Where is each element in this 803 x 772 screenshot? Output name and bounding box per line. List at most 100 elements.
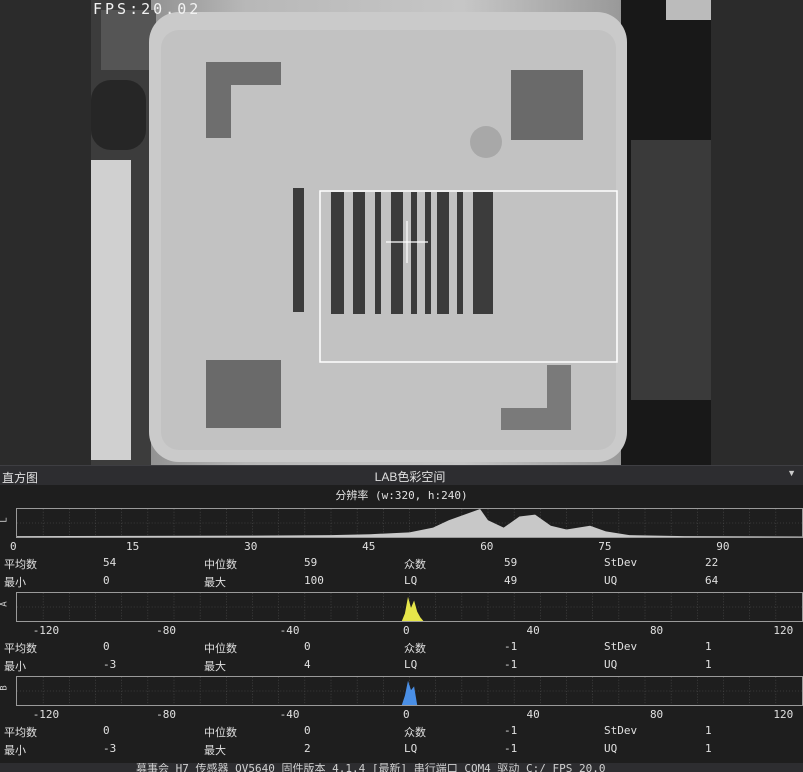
histogram-area [401, 596, 424, 621]
stat-uq: 1 [705, 742, 712, 755]
status-text: 募事会 H7 传感器 OV5640 固件版本 4.1.4 [最新] 串行端口 C… [136, 763, 606, 772]
histogram-l: L [0, 507, 803, 539]
channel-label: B [0, 685, 10, 691]
stat-max: 4 [304, 658, 311, 671]
axis-ticks: 0 15 30 45 60 75 90 [0, 540, 803, 553]
stat-mean: 0 [103, 724, 110, 737]
channel-label: L [0, 517, 10, 523]
tick-label: 120 [773, 624, 794, 637]
histogram-area [401, 680, 418, 705]
tick-label: -80 [156, 708, 177, 721]
channel-label: A [0, 601, 10, 607]
tick-label: 30 [244, 540, 258, 553]
stat-stdev: 22 [705, 556, 719, 569]
fps-overlay: FPS:20.02 [93, 0, 202, 18]
histogram-panel: 直方图 LAB色彩空间 ▼ 分辨率 (w:320, h:240) L 0 15 30 4… [0, 465, 803, 772]
stat-min: -3 [103, 658, 117, 671]
stat-lq: -1 [504, 658, 518, 671]
tick-label: 75 [598, 540, 612, 553]
stats-row: 平均数 0 中位数 0 众数 -1 StDev 1 [0, 723, 803, 739]
stats-row: 平均数 54 中位数 59 众数 59 StDev 22 [0, 555, 803, 571]
stat-uq: 1 [705, 658, 712, 671]
colorspace-dropdown[interactable]: LAB色彩空间 ▼ [20, 468, 800, 484]
stat-min-label: 最小 [4, 660, 26, 673]
stat-stdev: 1 [705, 640, 712, 653]
stat-median-label: 中位数 [204, 642, 237, 655]
stats-row: 平均数 0 中位数 0 众数 -1 StDev 1 [0, 639, 803, 655]
stat-lq-label: LQ [404, 574, 418, 587]
tick-label: 90 [716, 540, 730, 553]
stat-max-label: 最大 [204, 576, 226, 589]
stat-mode: -1 [504, 640, 518, 653]
stat-mean-label: 平均数 [4, 558, 37, 571]
tick-label: 0 [403, 624, 410, 637]
tick-label: 0 [403, 708, 410, 721]
histogram-plot [16, 592, 803, 622]
stat-mode-label: 众数 [404, 642, 426, 655]
colorspace-value: LAB色彩空间 [374, 470, 446, 484]
stat-median: 0 [304, 724, 311, 737]
tick-label: 40 [526, 624, 540, 637]
stat-lq: -1 [504, 742, 518, 755]
tick-label: 120 [773, 708, 794, 721]
stat-mode: -1 [504, 724, 518, 737]
tick-label: 80 [649, 624, 664, 637]
stat-min: 0 [103, 574, 110, 587]
stats-row: 最小 -3 最大 4 LQ -1 UQ 1 [0, 657, 803, 673]
stat-stdev-label: StDev [604, 640, 638, 653]
stat-min: -3 [103, 742, 117, 755]
stat-mean: 0 [103, 640, 110, 653]
stat-mode-label: 众数 [404, 558, 426, 571]
stat-uq-label: UQ [604, 658, 618, 671]
stat-mean: 54 [103, 556, 117, 569]
stat-mode-label: 众数 [404, 726, 426, 739]
stats-row: 最小 -3 最大 2 LQ -1 UQ 1 [0, 741, 803, 757]
tick-label: -120 [32, 624, 60, 637]
stat-median-label: 中位数 [204, 726, 237, 739]
stat-lq-label: LQ [404, 742, 418, 755]
stat-stdev: 1 [705, 724, 712, 737]
tick-label: 15 [126, 540, 140, 553]
stat-uq: 64 [705, 574, 719, 587]
tick-label: 45 [362, 540, 376, 553]
stat-median: 0 [304, 640, 311, 653]
stat-max: 100 [304, 574, 324, 587]
histogram-plot [16, 508, 803, 538]
chevron-down-icon[interactable]: ▼ [787, 468, 796, 478]
stat-median: 59 [304, 556, 318, 569]
tick-label: 60 [480, 540, 494, 553]
stat-max: 2 [304, 742, 311, 755]
tick-label: 40 [526, 708, 540, 721]
stat-mean-label: 平均数 [4, 726, 37, 739]
stats-row: 最小 0 最大 100 LQ 49 UQ 64 [0, 573, 803, 589]
tick-label: 0 [10, 540, 17, 553]
stat-stdev-label: StDev [604, 724, 638, 737]
camera-scene [91, 0, 711, 465]
stat-median-label: 中位数 [204, 558, 237, 571]
stat-stdev-label: StDev [604, 556, 638, 569]
histogram-a: A [0, 591, 803, 623]
stat-lq: 49 [504, 574, 518, 587]
stat-min-label: 最小 [4, 744, 26, 757]
stat-min-label: 最小 [4, 576, 26, 589]
status-bar: 募事会 H7 传感器 OV5640 固件版本 4.1.4 [最新] 串行端口 C… [0, 763, 803, 772]
stat-mean-label: 平均数 [4, 642, 37, 655]
axis-ticks: -120 -80 -40 0 40 80 120 [0, 624, 803, 637]
tick-label: -80 [156, 624, 177, 637]
stat-uq-label: UQ [604, 574, 618, 587]
camera-image [91, 0, 711, 465]
stat-lq-label: LQ [404, 658, 418, 671]
histogram-plot [16, 676, 803, 706]
tick-label: -40 [279, 708, 300, 721]
stat-max-label: 最大 [204, 744, 226, 757]
histogram-b: B [0, 675, 803, 707]
stat-uq-label: UQ [604, 742, 618, 755]
stat-max-label: 最大 [204, 660, 226, 673]
tick-label: -40 [279, 624, 300, 637]
resolution-label: 分辨率 (w:320, h:240) [335, 489, 468, 502]
tick-label: -120 [32, 708, 60, 721]
frame-buffer-viewport[interactable]: FPS:20.02 [0, 0, 803, 465]
axis-ticks: -120 -80 -40 0 40 80 120 [0, 708, 803, 721]
tick-label: 80 [649, 708, 664, 721]
stat-mode: 59 [504, 556, 518, 569]
